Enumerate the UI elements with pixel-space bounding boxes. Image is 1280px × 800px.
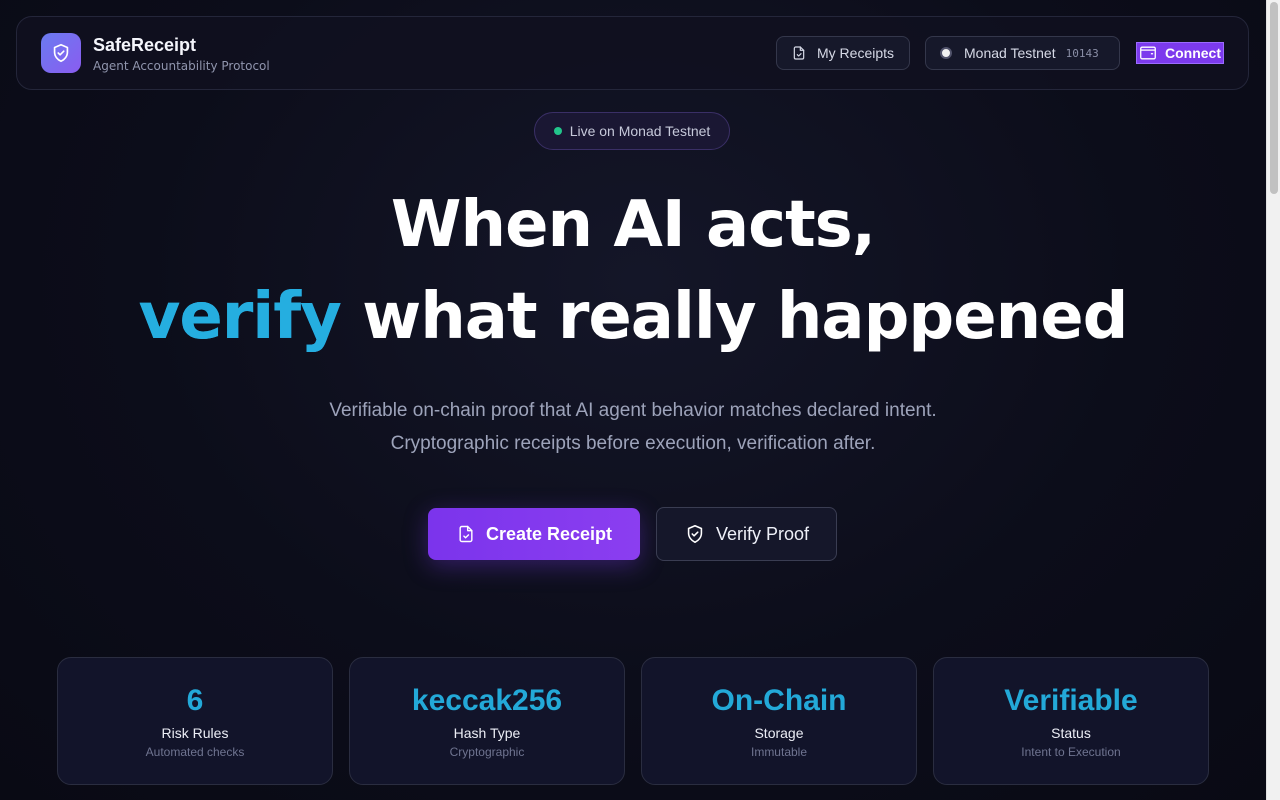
connect-wallet-button[interactable]: Connect (1136, 42, 1224, 64)
page-scrollbar[interactable] (1266, 0, 1280, 800)
network-selector[interactable]: Monad Testnet 10143 (925, 36, 1120, 70)
stat-sublabel: Intent to Execution (1021, 745, 1121, 759)
hero-headline-line1: When AI acts, (390, 188, 876, 262)
top-navbar: SafeReceipt Agent Accountability Protoco… (16, 16, 1249, 90)
verify-proof-button[interactable]: Verify Proof (656, 507, 837, 561)
stat-card-status: Verifiable Status Intent to Execution (933, 657, 1209, 785)
brand[interactable]: SafeReceipt Agent Accountability Protoco… (41, 33, 270, 73)
hero-description: Verifiable on-chain proof that AI agent … (329, 400, 937, 454)
stat-sublabel: Automated checks (145, 745, 245, 759)
stat-label: Risk Rules (161, 725, 229, 741)
page: SafeReceipt Agent Accountability Protoco… (0, 0, 1266, 800)
my-receipts-label: My Receipts (817, 45, 895, 61)
wallet-icon (1140, 46, 1156, 60)
live-dot-icon (553, 127, 562, 135)
brand-text: SafeReceipt Agent Accountability Protoco… (93, 34, 270, 73)
chain-id: 10143 (1065, 46, 1099, 60)
create-receipt-label: Create Receipt (485, 523, 613, 544)
header-actions: My Receipts Monad Testnet 10143 Connect (776, 36, 1224, 70)
my-receipts-button[interactable]: My Receipts (776, 36, 910, 70)
stat-label: Storage (754, 725, 804, 741)
stat-value: 6 (186, 684, 204, 717)
file-check-icon (793, 46, 805, 60)
connect-label: Connect (1165, 45, 1221, 61)
hero-headline-rest: what really happened (340, 280, 1128, 354)
verify-proof-label: Verify Proof (715, 523, 810, 544)
shield-check-icon (687, 524, 703, 544)
app-title: SafeReceipt (93, 34, 197, 55)
live-status-badge: Live on Monad Testnet (534, 112, 730, 150)
app-subtitle: Agent Accountability Protocol (93, 58, 270, 73)
stat-value: keccak256 (411, 684, 563, 717)
stat-sublabel: Cryptographic (449, 745, 525, 759)
live-status-label: Live on Monad Testnet (569, 123, 711, 139)
stat-sublabel: Immutable (750, 745, 808, 759)
shield-check-icon (41, 33, 81, 73)
stat-card-risk-rules: 6 Risk Rules Automated checks (57, 657, 333, 785)
network-dot-icon (940, 47, 952, 59)
stat-value: Verifiable (1004, 684, 1138, 717)
stat-label: Hash Type (453, 725, 521, 741)
create-receipt-button[interactable]: Create Receipt (428, 508, 640, 560)
file-check-icon (459, 525, 473, 543)
stat-card-storage: On-Chain Storage Immutable (641, 657, 917, 785)
hero-accent-word: verify (138, 280, 342, 354)
scrollbar-thumb[interactable] (1270, 2, 1278, 194)
stat-card-hash-type: keccak256 Hash Type Cryptographic (349, 657, 625, 785)
stat-label: Status (1051, 725, 1091, 741)
stat-value: On-Chain (711, 684, 847, 717)
hero-headline-line2: verify what really happened (0, 280, 1266, 354)
network-label: Monad Testnet (964, 45, 1056, 61)
